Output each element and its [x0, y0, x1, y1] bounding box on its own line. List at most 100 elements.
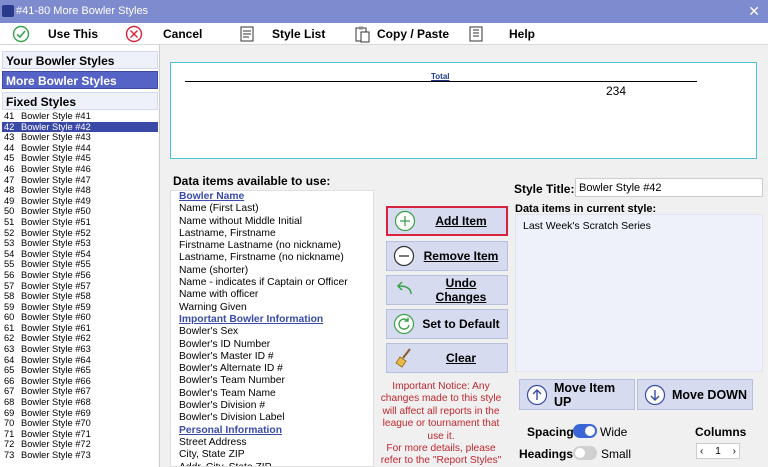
available-item[interactable]: Lastname, Firstname (no nickname): [171, 252, 373, 264]
style-list-item[interactable]: 65 Bowler Style #65: [2, 365, 158, 376]
close-icon[interactable]: ✕: [748, 0, 760, 23]
chevron-left-icon[interactable]: ‹: [700, 446, 703, 457]
style-list-item[interactable]: 41 Bowler Style #41: [2, 111, 158, 122]
style-name: Bowler Style #69: [21, 407, 91, 418]
copy-paste-label: Copy / Paste: [377, 27, 450, 41]
style-list-item[interactable]: 64 Bowler Style #64: [2, 355, 158, 366]
available-item[interactable]: Name (shorter): [171, 265, 373, 277]
available-item[interactable]: Name with officer: [171, 289, 373, 301]
available-item[interactable]: Bowler's Alternate ID #: [171, 363, 373, 375]
style-list-item[interactable]: 48 Bowler Style #48: [2, 185, 158, 196]
style-list-item[interactable]: 66 Bowler Style #66: [2, 376, 158, 387]
columns-label: Columns: [695, 425, 747, 439]
style-list-item[interactable]: 67 Bowler Style #67: [2, 386, 158, 397]
headings-toggle[interactable]: [573, 446, 597, 460]
move-item-up-button[interactable]: Move Item UP: [519, 379, 635, 410]
style-list-item[interactable]: 57 Bowler Style #57: [2, 281, 158, 292]
style-name: Bowler Style #51: [21, 216, 91, 227]
remove-item-button[interactable]: Remove Item: [386, 241, 508, 271]
style-list[interactable]: 41 Bowler Style #41 42 Bowler Style #42 43 Bo…: [2, 111, 158, 467]
clear-button[interactable]: Clear: [386, 343, 508, 373]
style-list-item[interactable]: 61 Bowler Style #61: [2, 323, 158, 334]
available-item[interactable]: Bowler's Sex: [171, 326, 373, 338]
style-list-item[interactable]: 42 Bowler Style #42: [2, 121, 158, 133]
undo-changes-label: Undo Changes: [435, 276, 487, 304]
style-name: Bowler Style #46: [21, 163, 91, 174]
toggle-knob: [585, 426, 595, 436]
undo-changes-button[interactable]: Undo Changes: [386, 275, 508, 305]
style-list-item[interactable]: 59 Bowler Style #59: [2, 302, 158, 313]
available-item[interactable]: Bowler's Team Number: [171, 375, 373, 387]
window-title: #41-80 More Bowler Styles: [16, 5, 149, 17]
available-item[interactable]: City, State ZIP: [171, 449, 373, 461]
style-number: 73: [4, 450, 15, 460]
list-icon: [240, 26, 254, 42]
style-list-item[interactable]: 51 Bowler Style #51: [2, 217, 158, 228]
style-name: Bowler Style #60: [21, 312, 91, 323]
report-preview: Total 234: [170, 62, 757, 159]
style-list-item[interactable]: 63 Bowler Style #63: [2, 344, 158, 355]
available-item[interactable]: Warning Given: [171, 302, 373, 314]
style-name: Bowler Style #43: [21, 132, 91, 143]
style-name: Bowler Style #65: [21, 365, 91, 376]
help-book-icon: [469, 26, 483, 42]
style-list-item[interactable]: 47 Bowler Style #47: [2, 175, 158, 186]
style-list-item[interactable]: 56 Bowler Style #56: [2, 270, 158, 281]
add-item-button[interactable]: Add Item: [386, 206, 508, 236]
columns-stepper[interactable]: ‹ 1 ›: [696, 443, 740, 459]
style-list-item[interactable]: 72 Bowler Style #72: [2, 439, 158, 450]
nav-your-bowler-styles[interactable]: Your Bowler Styles: [2, 51, 158, 69]
style-list-item[interactable]: 62 Bowler Style #62: [2, 333, 158, 344]
available-item[interactable]: Street Address: [171, 437, 373, 449]
style-list-item[interactable]: 55 Bowler Style #55: [2, 259, 158, 270]
style-list-item[interactable]: 52 Bowler Style #52: [2, 228, 158, 239]
style-list-item[interactable]: 69 Bowler Style #69: [2, 408, 158, 419]
style-list-item[interactable]: 58 Bowler Style #58: [2, 291, 158, 302]
set-default-button[interactable]: Set to Default: [386, 309, 508, 339]
current-item[interactable]: Last Week's Scratch Series: [516, 215, 762, 232]
style-list-item[interactable]: 43 Bowler Style #43: [2, 132, 158, 143]
style-number: 49: [4, 195, 15, 206]
available-item[interactable]: Bowler's Division Label: [171, 412, 373, 424]
undo-arrow-icon: [396, 281, 412, 295]
style-list-item[interactable]: 50 Bowler Style #50: [2, 206, 158, 217]
available-items-list[interactable]: Bowler Name Name (First Last) Name without…: [170, 190, 374, 467]
spacing-toggle[interactable]: [573, 424, 597, 438]
available-item[interactable]: Name without Middle Initial: [171, 216, 373, 228]
style-list-item[interactable]: 49 Bowler Style #49: [2, 196, 158, 207]
style-number: 64: [4, 354, 15, 365]
available-item[interactable]: Addr, City, State ZIP: [171, 462, 373, 466]
available-item[interactable]: Bowler's Master ID #: [171, 351, 373, 363]
style-list-item[interactable]: 44 Bowler Style #44: [2, 143, 158, 154]
available-item[interactable]: Firstname Lastname (no nickname): [171, 240, 373, 252]
style-list-item[interactable]: 71 Bowler Style #71: [2, 429, 158, 440]
style-list-item[interactable]: 54 Bowler Style #54: [2, 249, 158, 260]
available-item[interactable]: Name - indicates if Captain or Officer: [171, 277, 373, 289]
current-items-list[interactable]: Last Week's Scratch Series: [515, 214, 763, 372]
nav-more-bowler-styles[interactable]: More Bowler Styles: [2, 71, 158, 89]
cancel-button[interactable]: Cancel: [125, 23, 202, 45]
help-button[interactable]: Help: [467, 23, 535, 45]
style-list-button[interactable]: Style List: [238, 23, 325, 45]
nav-fixed-styles[interactable]: Fixed Styles: [2, 92, 158, 110]
copy-paste-button[interactable]: Copy / Paste: [353, 23, 449, 45]
available-item[interactable]: Lastname, Firstname: [171, 228, 373, 240]
available-item[interactable]: Bowler's Team Name: [171, 388, 373, 400]
chevron-right-icon[interactable]: ›: [733, 446, 736, 457]
style-number: 71: [4, 428, 15, 439]
style-list-item[interactable]: 53 Bowler Style #53: [2, 238, 158, 249]
style-title-input[interactable]: [575, 178, 763, 197]
style-list-item[interactable]: 73 Bowler Style #73: [2, 450, 158, 461]
style-list-item[interactable]: 68 Bowler Style #68: [2, 397, 158, 408]
style-list-item[interactable]: 60 Bowler Style #60: [2, 312, 158, 323]
available-item[interactable]: Bowler's Division #: [171, 400, 373, 412]
available-item[interactable]: Name (First Last): [171, 203, 373, 215]
use-this-label: Use This: [48, 27, 99, 41]
style-list-item[interactable]: 45 Bowler Style #45: [2, 153, 158, 164]
notice-more: For more details, please refer to the "R…: [380, 443, 502, 467]
style-list-item[interactable]: 70 Bowler Style #70: [2, 418, 158, 429]
move-down-button[interactable]: Move DOWN: [637, 379, 753, 410]
style-list-item[interactable]: 46 Bowler Style #46: [2, 164, 158, 175]
available-item[interactable]: Bowler's ID Number: [171, 339, 373, 351]
use-this-button[interactable]: Use This: [12, 23, 98, 45]
